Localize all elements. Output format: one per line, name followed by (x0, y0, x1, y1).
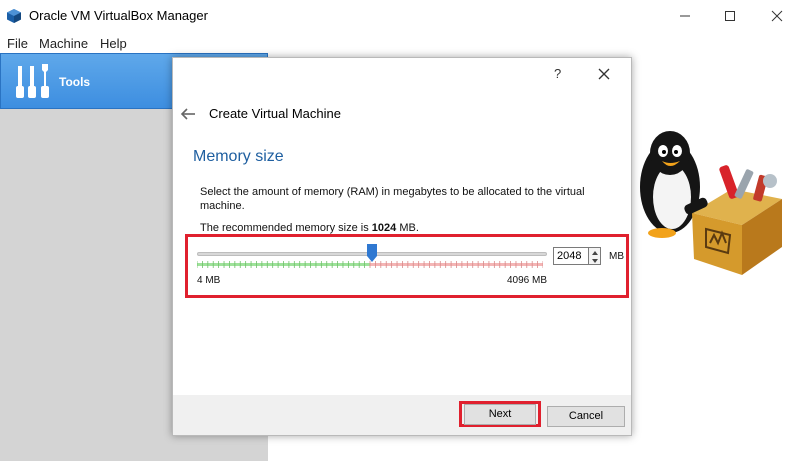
penguin-toolbox-illustration (640, 131, 782, 275)
menu-help[interactable]: Help (100, 36, 127, 51)
memory-value-field[interactable]: 2048 (553, 247, 589, 265)
minimize-button[interactable] (662, 0, 708, 32)
close-dialog-icon[interactable] (597, 67, 611, 81)
memory-min-label: 4 MB (197, 275, 221, 286)
next-button[interactable]: Next (464, 404, 536, 425)
cancel-button[interactable]: Cancel (547, 406, 625, 427)
back-arrow-icon[interactable] (180, 108, 196, 120)
title-bar: Oracle VM VirtualBox Manager (0, 0, 800, 33)
memory-max-label: 4096 MB (507, 275, 548, 286)
page-heading: Memory size (193, 148, 284, 165)
memory-slider-ticks (197, 261, 543, 268)
close-window-button[interactable] (754, 0, 800, 32)
minimize-icon (680, 15, 690, 17)
virtualbox-manager-window: Oracle VM VirtualBox Manager File Machin… (0, 0, 800, 461)
recommended-memory-text: The recommended memory size is 1024 MB. (200, 222, 419, 234)
help-button[interactable]: ? (554, 66, 561, 81)
tools-icon (16, 64, 49, 98)
maximize-button[interactable] (707, 0, 753, 32)
maximize-icon (725, 11, 735, 21)
virtualbox-logo-icon (7, 9, 21, 23)
spinner-arrows-icon (592, 251, 598, 263)
memory-unit-label: MB (609, 251, 624, 262)
recommended-memory-value: 1024 (371, 222, 397, 234)
create-vm-dialog: ? Create Virtual Machine Memory size Sel… (172, 57, 632, 436)
memory-description: Select the amount of memory (RAM) in meg… (200, 186, 585, 212)
tools-label: Tools (59, 75, 91, 89)
dialog-footer: Next Cancel (173, 395, 631, 435)
close-icon (771, 10, 783, 22)
memory-slider-handle[interactable] (366, 244, 377, 262)
menu-file[interactable]: File (7, 36, 28, 51)
window-title: Oracle VM VirtualBox Manager (29, 8, 208, 23)
menu-bar: File Machine Help (0, 33, 800, 53)
memory-spinner[interactable] (589, 247, 601, 265)
dialog-title: Create Virtual Machine (209, 106, 341, 121)
menu-machine[interactable]: Machine (39, 36, 88, 51)
